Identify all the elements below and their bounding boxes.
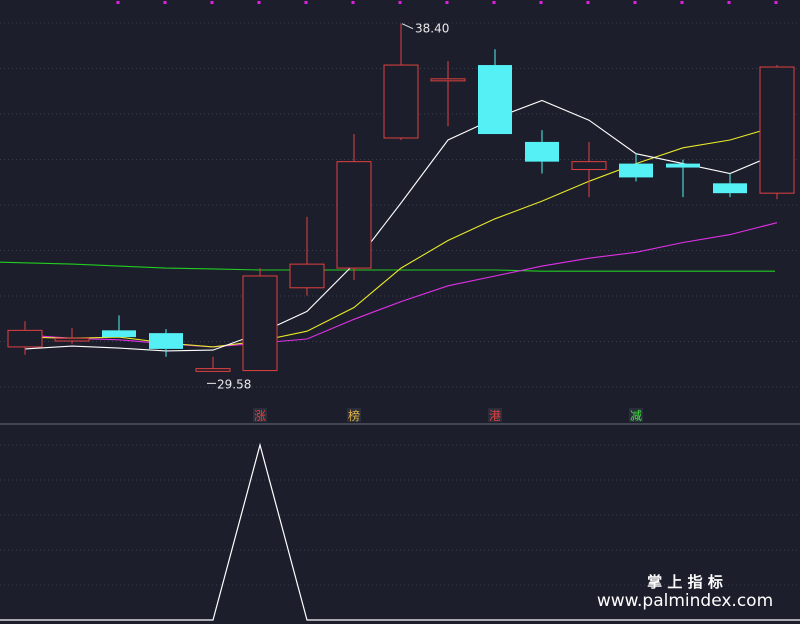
top-dot: [304, 1, 308, 4]
signal-label-text: 减: [630, 409, 642, 423]
chart-canvas: 38.40 29.58 涨 榜 港 减 掌 上 指 标 www.palmindex.c…: [0, 0, 800, 624]
candle-body-up: [195, 368, 231, 372]
watermark-url: www.palmindex.com: [597, 591, 773, 611]
candle-body-down: [619, 163, 653, 178]
candle: [242, 268, 278, 372]
signal-label-text: 港: [489, 409, 501, 423]
signal-label: 减: [629, 408, 643, 423]
top-dot: [351, 1, 355, 4]
signal-label: 港: [488, 408, 502, 423]
top-dot: [445, 1, 449, 4]
candle-body-down: [149, 333, 183, 349]
top-dot: [163, 1, 167, 4]
watermark-title: 掌 上 指 标: [647, 573, 723, 591]
candle-body-down: [713, 183, 747, 194]
top-dot: [398, 1, 402, 4]
top-dot: [633, 1, 637, 4]
low-price-label: 29.58: [217, 377, 251, 391]
candle-body-up: [7, 329, 43, 348]
candle-body-up: [430, 78, 466, 82]
candle-body-up: [759, 66, 795, 194]
signal-label-text: 榜: [348, 408, 360, 423]
top-dot: [680, 1, 684, 4]
candle-body-up: [54, 337, 90, 342]
top-dot: [586, 1, 590, 4]
candle-body-up: [336, 161, 372, 269]
candle-body-down: [102, 330, 136, 338]
top-dot: [539, 1, 543, 4]
high-price-label: 38.40: [415, 22, 449, 36]
signal-label: 涨: [253, 408, 267, 423]
candle-body-up: [242, 275, 278, 372]
top-dot: [116, 1, 120, 4]
candle-body-down: [478, 65, 512, 135]
top-dot: [210, 1, 214, 4]
candle-body-up: [289, 263, 325, 289]
candle-body-down: [666, 163, 700, 168]
top-dot: [774, 1, 778, 4]
signal-label: 榜: [347, 408, 361, 423]
top-dot: [257, 1, 261, 4]
candle-body-up: [383, 64, 419, 139]
candle-body-up: [571, 161, 607, 171]
top-dot: [492, 1, 496, 4]
candle-body-down: [525, 141, 559, 162]
candle: [759, 65, 795, 200]
top-dot: [727, 1, 731, 4]
signal-label-text: 涨: [254, 408, 266, 423]
